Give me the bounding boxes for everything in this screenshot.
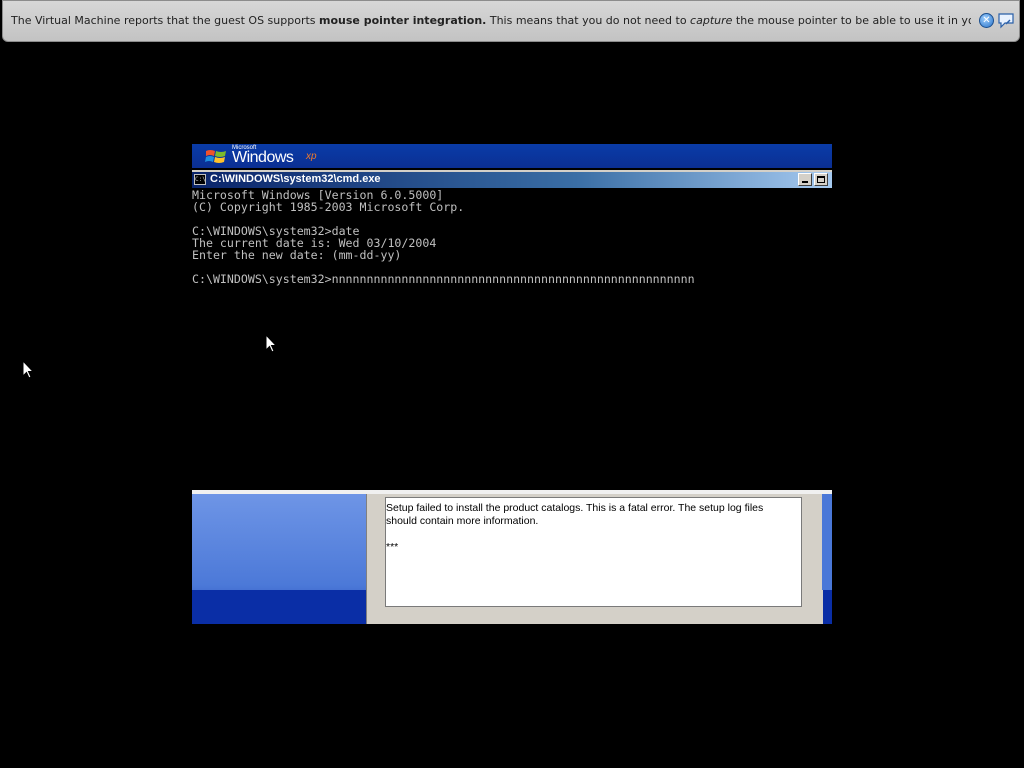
notification-bar: The Virtual Machine reports that the gue…	[2, 0, 1020, 42]
setup-log-line: Setup failed to install the product cata…	[386, 502, 764, 514]
setup-log-line: should contain more information.	[386, 515, 539, 527]
mouse-pointer-icon	[22, 360, 34, 379]
notification-bold-text: mouse pointer integration.	[319, 14, 487, 27]
minimize-button[interactable]	[798, 173, 812, 186]
notification-italic-text: capture	[690, 14, 733, 27]
cmd-window-title: C:\WINDOWS\system32\cmd.exe	[210, 173, 381, 185]
guest-display[interactable]: Microsoft Windows xp C:\ C:\WINDOWS\syst…	[192, 144, 832, 624]
maximize-icon	[817, 176, 825, 183]
xp-label: xp	[306, 151, 317, 162]
console-line: C:\WINDOWS\system32>nnnnnnnnnnnnnnnnnnnn…	[192, 272, 695, 286]
cmd-console-output[interactable]: Microsoft Windows [Version 6.0.5000] (C)…	[192, 189, 832, 489]
cmd-app-icon[interactable]: C:\	[194, 174, 206, 185]
setup-log-line: ***	[386, 541, 399, 553]
console-line: (C) Copyright 1985-2003 Microsoft Corp.	[192, 200, 465, 214]
minimize-icon	[802, 181, 808, 183]
windows-flag-icon	[205, 150, 226, 163]
console-line: Enter the new date: (mm-dd-yy)	[192, 248, 402, 262]
setup-log-textbox[interactable]: Setup failed to install the product cata…	[385, 497, 802, 607]
setup-scrollbar[interactable]	[822, 494, 832, 590]
setup-log-blank	[386, 528, 801, 541]
windows-label: Windows	[232, 149, 294, 166]
notification-message: The Virtual Machine reports that the gue…	[11, 14, 971, 27]
info-bubble-icon[interactable]	[997, 12, 1015, 29]
mouse-pointer-icon	[265, 334, 277, 353]
maximize-button[interactable]	[814, 173, 828, 186]
cmd-title-bar[interactable]: C:\ C:\WINDOWS\system32\cmd.exe	[192, 170, 832, 188]
windows-xp-banner: Microsoft Windows xp	[192, 144, 832, 168]
close-icon[interactable]: ✕	[979, 13, 994, 28]
